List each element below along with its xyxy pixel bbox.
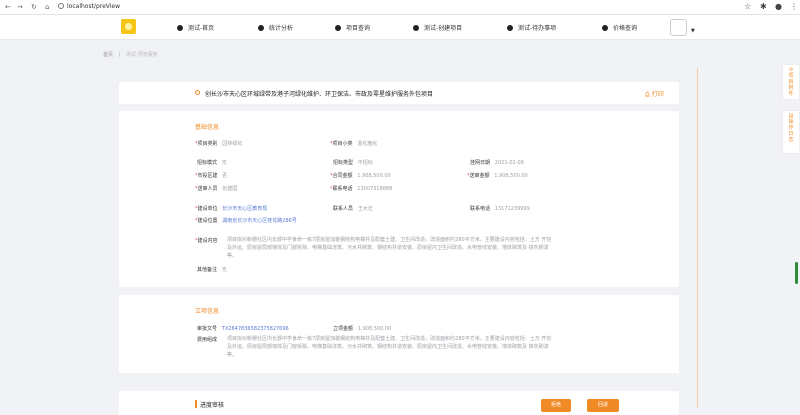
field-content-label: *建设内容	[195, 238, 218, 244]
dashboard-icon	[602, 25, 608, 31]
field-region: *市投区建 否	[195, 173, 228, 179]
browser-toolbar: ← → ↻ ⌂ localhost/preView ☆ ✱ ● ⋮	[0, 0, 800, 15]
back-icon[interactable]: ←	[5, 3, 11, 11]
breadcrumb-home[interactable]: 首页	[103, 52, 113, 58]
project-title: 创长沙市天心区环城绿带及港子河绿化维护、环卫保洁、市政及零星维护服务外包项目	[205, 91, 434, 98]
field-cost-text: 项目拟对新栅社区内长郡中学食命一栋7层房屋加装钢结构电梯井及配套土建、卫生间改造…	[227, 336, 552, 358]
dashboard-icon	[258, 25, 264, 31]
dashboard-icon	[335, 25, 341, 31]
nav-item-home[interactable]: 测试-首页	[177, 23, 214, 32]
field-project-type: *项目类别 园林绿化	[195, 141, 243, 147]
chevron-down-icon[interactable]: ▼	[691, 28, 695, 34]
side-tab-attachments[interactable]: ⊘ 项目附件	[782, 64, 800, 100]
field-content-text: 项目拟对新栅社区内长郡中学食命一栋7层房屋加装钢结构电梯井及配套土建、卫生间改造…	[227, 237, 552, 259]
dashboard-icon	[177, 25, 183, 31]
field-cost-label: 费用组成	[197, 337, 218, 343]
home-icon[interactable]: ⌂	[45, 3, 49, 11]
nav-item-create[interactable]: 测试-创建项目	[413, 23, 462, 32]
section-title-review: 进度审核	[200, 402, 225, 409]
extension-icon[interactable]: ✱	[760, 2, 767, 11]
print-button[interactable]: ⎙ 打印	[645, 89, 664, 99]
field-bid-type: 招标类型 不招标	[333, 160, 373, 166]
basic-info-card: 基础信息 *项目类别 园林绿化 *项目小类 混化施化 招标模式 无 招标类型 不…	[119, 111, 679, 287]
top-nav: 测试-首页 统计分析 项目查询 测试-创建项目 测试-待办事项 价格查询 ▼	[0, 15, 800, 40]
app-logo[interactable]	[121, 19, 136, 34]
menu-icon[interactable]: ⋮	[790, 2, 798, 11]
section-title-basic: 基础信息	[195, 124, 220, 131]
field-doc-number: 审批文号 TX2647836582375827696	[197, 326, 289, 332]
scrollbar[interactable]	[795, 262, 798, 284]
project-dot-icon	[195, 90, 200, 95]
side-divider	[697, 68, 698, 408]
section-marker	[195, 400, 197, 408]
field-contract-amount: *合同金额 1,908,500.00	[330, 173, 391, 179]
approval-info-card: 立项信息 审批文号 TX2647836582375827696 立项金额 1,9…	[119, 295, 679, 373]
side-tab-log[interactable]: ▤ 操作日志	[782, 110, 800, 154]
field-location: *建设位置 湖南省长沙市天心区桂花路286号	[195, 218, 297, 224]
section-title-approval: 立项信息	[195, 308, 220, 315]
breadcrumb-separator: /	[118, 52, 121, 58]
profile-icon[interactable]: ●	[775, 2, 782, 11]
field-sub-type: *项目小类 混化施化	[330, 141, 378, 147]
breadcrumb: 首页 / 测试-预览服务	[103, 51, 158, 58]
field-bid-mode: 招标模式 无	[197, 160, 227, 166]
reject-button[interactable]: 拒绝	[541, 399, 571, 412]
nav-item-todo[interactable]: 测试-待办事项	[507, 23, 556, 32]
field-contact: 联系人员 王大壮	[333, 206, 373, 212]
nav-item-price[interactable]: 价格查询	[602, 23, 637, 32]
nav-item-stats[interactable]: 统计分析	[258, 23, 293, 32]
forward-icon[interactable]: →	[17, 3, 23, 11]
breadcrumb-current: 测试-预览服务	[125, 52, 158, 58]
address-bar[interactable]: localhost/preView	[67, 3, 120, 10]
field-audit-amount: *送审金额 1,908,500.00	[467, 173, 528, 179]
site-info-icon[interactable]	[58, 3, 64, 9]
nav-item-query[interactable]: 项目查询	[335, 23, 370, 32]
star-icon[interactable]: ☆	[744, 2, 751, 11]
dashboard-icon	[507, 25, 513, 31]
field-contact-phone: 联系电话 13171239999	[470, 206, 530, 212]
field-approval-amount: 立项金额 1,908,500.00	[333, 326, 392, 332]
field-phone: *联系电话 13007318888	[330, 186, 393, 192]
field-build-unit: *建设单位 长沙市天心区教育局	[195, 206, 268, 212]
field-sender: *送审人员 张建国	[195, 186, 238, 192]
dashboard-icon	[413, 25, 419, 31]
reload-icon[interactable]: ↻	[31, 3, 37, 11]
project-title-card: 创长沙市天心区环城绿带及港子河绿化维护、环卫保洁、市政及零星维护服务外包项目 ⎙…	[119, 82, 679, 104]
rollback-button[interactable]: 回退	[587, 399, 619, 412]
field-listing-date: 挂网日期 2021-02-09	[470, 160, 524, 166]
avatar[interactable]	[670, 19, 687, 36]
field-remark: 其他备注 无	[197, 267, 227, 273]
